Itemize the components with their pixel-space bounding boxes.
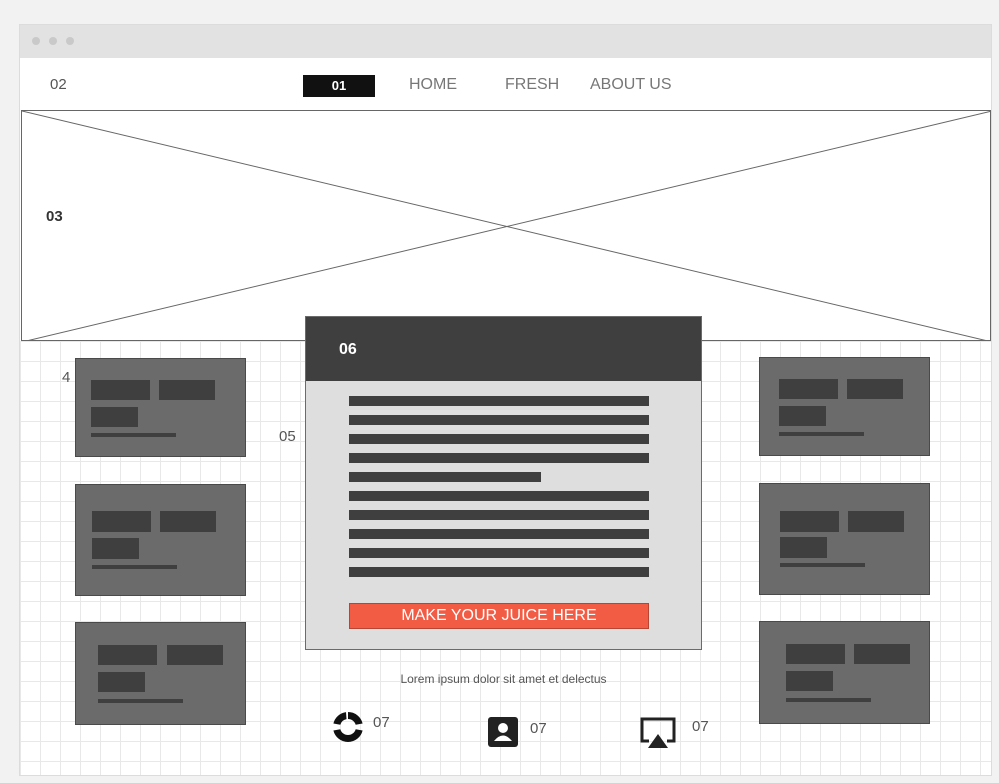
card-text-block — [92, 511, 151, 532]
modal-header: 06 — [306, 317, 701, 381]
window-titlebar — [20, 25, 991, 58]
product-card[interactable] — [75, 358, 246, 457]
card-text-line — [92, 565, 177, 569]
juice-modal: 06 MAKE YOUR JUICE HERE — [305, 316, 702, 650]
card-text-line — [786, 698, 871, 702]
make-juice-button[interactable]: MAKE YOUR JUICE HERE — [349, 603, 649, 629]
card-text-block — [848, 511, 904, 532]
icon-label: 07 — [530, 720, 547, 737]
hero-label: 03 — [46, 208, 63, 225]
card-text-block — [854, 644, 910, 664]
modal-text-line — [349, 510, 649, 520]
nav-active-item[interactable]: 01 — [303, 75, 375, 97]
card-text-block — [92, 538, 139, 559]
card-text-block — [847, 379, 903, 399]
modal-title: 06 — [339, 341, 357, 358]
product-card[interactable] — [759, 483, 930, 595]
card-text-block — [779, 406, 826, 426]
contact-icon[interactable] — [488, 717, 518, 752]
card-text-block — [159, 380, 215, 400]
card-text-line — [780, 563, 865, 567]
card-text-block — [786, 644, 845, 664]
icon-label: 07 — [373, 714, 390, 731]
card-text-block — [91, 407, 138, 427]
modal-text-line — [349, 415, 649, 425]
cards-annotation-label: 4 — [62, 369, 71, 386]
modal-text-line — [349, 567, 649, 577]
card-text-line — [91, 433, 176, 437]
placeholder-cross — [22, 111, 991, 342]
modal-text-line — [349, 529, 649, 539]
card-text-block — [160, 511, 216, 532]
modal-annotation-label: 05 — [279, 428, 296, 445]
modal-text-line — [349, 453, 649, 463]
nav-link-about[interactable]: ABOUT US — [590, 76, 672, 94]
card-text-block — [780, 537, 827, 558]
card-text-block — [98, 672, 145, 692]
card-text-line — [779, 432, 864, 436]
card-text-block — [779, 379, 838, 399]
card-text-block — [98, 645, 157, 665]
card-text-block — [167, 645, 223, 665]
product-card[interactable] — [759, 621, 930, 724]
nav-logo[interactable]: 02 — [50, 76, 67, 93]
card-text-block — [91, 380, 150, 400]
card-text-line — [98, 699, 183, 703]
card-text-block — [786, 671, 833, 691]
navbar: 02 01 HOME FRESH ABOUT US — [20, 58, 991, 110]
nav-link-home[interactable]: HOME — [409, 76, 457, 94]
modal-text-line — [349, 491, 649, 501]
caption-text: Lorem ipsum dolor sit amet et delectus — [400, 672, 607, 686]
window-dot[interactable] — [66, 37, 74, 45]
window-dot[interactable] — [49, 37, 57, 45]
modal-text-line — [349, 396, 649, 406]
modal-text-line — [349, 434, 649, 444]
product-card[interactable] — [759, 357, 930, 456]
icon-label: 07 — [692, 718, 709, 735]
product-card[interactable] — [75, 484, 246, 596]
airplay-icon[interactable] — [639, 716, 677, 755]
hero-image-placeholder: 03 — [21, 110, 991, 342]
card-text-block — [780, 511, 839, 532]
modal-text-line — [349, 472, 541, 482]
product-card[interactable] — [75, 622, 246, 725]
modal-text-line — [349, 548, 649, 558]
window-dot[interactable] — [32, 37, 40, 45]
spinner-icon[interactable] — [331, 710, 365, 749]
browser-window: 02 01 HOME FRESH ABOUT US 03 4 05 06 MAK… — [19, 24, 992, 776]
nav-link-fresh[interactable]: FRESH — [505, 76, 559, 94]
